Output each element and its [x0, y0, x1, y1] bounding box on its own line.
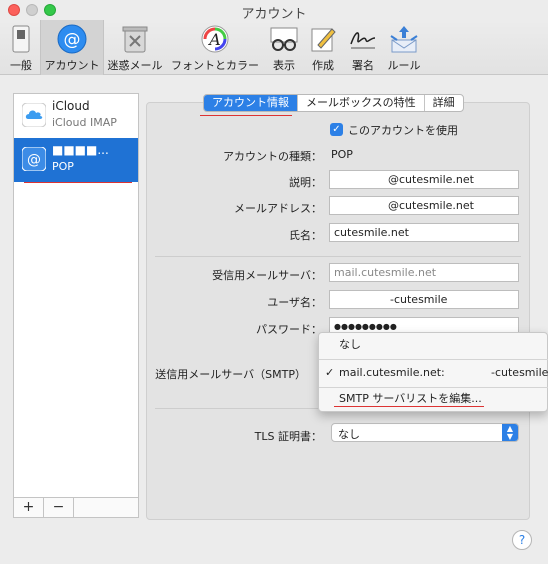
description-label: 説明： — [289, 176, 322, 189]
toolbar-general[interactable]: 一般 — [2, 20, 40, 75]
cloud-icon — [22, 103, 46, 127]
toolbar-label: アカウント — [44, 59, 100, 72]
switch-icon — [5, 23, 37, 55]
account-type: iCloud IMAP — [52, 116, 117, 129]
chevron-updown-icon: ▲ ▼ — [502, 424, 518, 441]
svg-text:@: @ — [64, 30, 81, 50]
menu-item-none[interactable]: なし — [319, 335, 548, 355]
toolbar-label: 表示 — [273, 59, 295, 72]
account-item-pop[interactable]: @ ■■■■... POP — [14, 138, 138, 182]
settings-panel — [146, 102, 530, 520]
signature-icon — [347, 23, 379, 55]
sidebar-footer: + − — [13, 498, 139, 518]
account-type: POP — [52, 160, 74, 173]
incoming-server-field[interactable]: mail.cutesmile.net — [329, 263, 519, 282]
tab-advanced[interactable]: 詳細 — [425, 95, 463, 111]
toolbar-label: 迷惑メール — [107, 59, 163, 72]
menu-separator — [319, 387, 548, 388]
description-field[interactable]: @cutesmile.net — [329, 170, 519, 189]
smtp-server-menu: なし ✓ mail.cutesmile.net: -cutesmile SMTP… — [318, 332, 548, 412]
smtp-server-name: mail.cutesmile.net: — [339, 366, 445, 379]
glasses-icon — [268, 23, 300, 55]
smtp-server-user: -cutesmile — [491, 366, 548, 379]
annotation-underline — [334, 406, 484, 407]
toolbar: 一般 @ アカウント 迷惑メール A フォントとカラー 表示 作成 署名 ルール — [0, 20, 548, 75]
account-name: ■■■■... — [52, 143, 109, 157]
account-type-value: POP — [331, 148, 353, 161]
username-label: ユーザ名： — [267, 296, 322, 309]
username-field[interactable]: -cutesmile — [329, 290, 519, 309]
trash-icon — [119, 23, 151, 55]
remove-account-button[interactable]: − — [44, 498, 74, 517]
email-label: メールアドレス： — [234, 202, 322, 215]
toolbar-accounts[interactable]: @ アカウント — [40, 20, 104, 75]
section-divider — [155, 256, 521, 257]
account-type-label: アカウントの種類： — [223, 150, 322, 163]
menu-separator — [319, 359, 548, 360]
toolbar-label: 一般 — [10, 59, 32, 72]
password-label: パスワード： — [256, 323, 322, 336]
menu-item-smtp-server[interactable]: ✓ mail.cutesmile.net: -cutesmile — [319, 363, 548, 383]
toolbar-label: 署名 — [352, 59, 374, 72]
incoming-server-label: 受信用メールサーバ： — [212, 269, 322, 282]
tls-selected-value: なし — [338, 428, 360, 441]
toolbar-label: フォントとカラー — [171, 59, 259, 72]
account-item-icloud[interactable]: iCloud iCloud IMAP — [14, 94, 138, 138]
toolbar-viewing[interactable]: 表示 — [266, 20, 302, 75]
svg-text:@: @ — [27, 152, 41, 168]
toolbar-signatures[interactable]: 署名 — [344, 20, 382, 75]
font-icon: A — [199, 23, 231, 55]
smtp-label: 送信用メールサーバ（SMTP） — [155, 368, 306, 381]
rules-icon — [388, 23, 420, 55]
email-field[interactable]: @cutesmile.net — [329, 196, 519, 215]
add-account-button[interactable]: + — [14, 498, 44, 517]
enable-account-label: このアカウントを使用 — [348, 124, 458, 137]
enable-account-checkbox[interactable]: ✓ — [330, 123, 343, 136]
svg-text:A: A — [207, 30, 221, 49]
at-icon: @ — [56, 23, 88, 55]
pencil-icon — [307, 23, 339, 55]
toolbar-fonts[interactable]: A フォントとカラー — [168, 20, 262, 75]
toolbar-rules[interactable]: ルール — [384, 20, 424, 75]
toolbar-composing[interactable]: 作成 — [306, 20, 340, 75]
tab-account-info[interactable]: アカウント情報 — [204, 95, 298, 111]
checkmark-icon: ✓ — [325, 366, 335, 379]
account-name: iCloud — [52, 99, 90, 113]
full-name-field[interactable]: cutesmile.net — [329, 223, 519, 242]
account-list: iCloud iCloud IMAP @ ■■■■... POP — [13, 93, 139, 498]
annotation-underline — [200, 115, 292, 116]
tls-certificate-select[interactable]: なし ▲ ▼ — [331, 423, 519, 442]
tls-label: TLS 証明書： — [254, 430, 322, 443]
annotation-underline — [24, 182, 132, 183]
at-icon: @ — [22, 147, 46, 171]
toolbar-junk[interactable]: 迷惑メール — [106, 20, 164, 75]
tab-mailbox-behaviors[interactable]: メールボックスの特性 — [298, 95, 425, 111]
toolbar-label: 作成 — [312, 59, 334, 72]
tab-bar: アカウント情報 メールボックスの特性 詳細 — [203, 94, 464, 112]
toolbar-label: ルール — [387, 59, 421, 72]
help-button[interactable]: ? — [512, 530, 532, 550]
full-name-label: 氏名： — [289, 229, 322, 242]
